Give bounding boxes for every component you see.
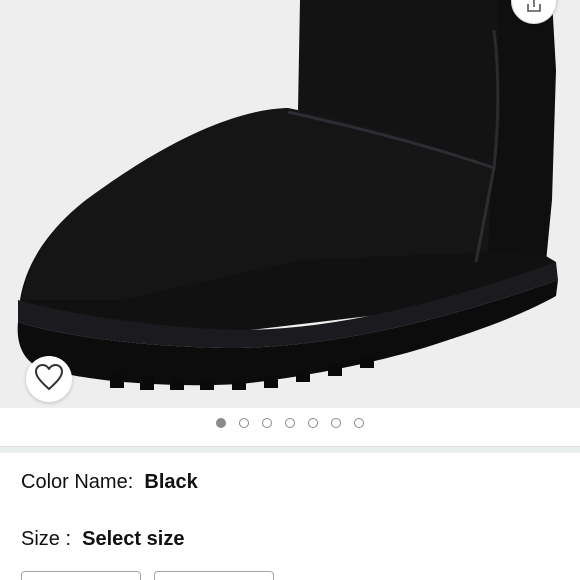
wishlist-button[interactable]	[26, 356, 72, 402]
carousel-dot[interactable]	[354, 418, 364, 428]
size-option-button[interactable]	[21, 571, 141, 580]
carousel-dot[interactable]	[239, 418, 249, 428]
image-carousel-dots	[0, 418, 580, 434]
product-image[interactable]	[0, 0, 580, 408]
color-name-row: Color Name: Black	[21, 471, 198, 494]
carousel-dot[interactable]	[216, 418, 226, 428]
size-value: Select size	[76, 528, 185, 550]
carousel-dot[interactable]	[308, 418, 318, 428]
color-name-label: Color Name:	[21, 471, 134, 493]
heart-outline-icon	[34, 363, 64, 396]
carousel-dot[interactable]	[331, 418, 341, 428]
size-label: Size :	[21, 528, 72, 550]
size-option-button[interactable]	[154, 571, 274, 580]
boot-illustration	[17, 0, 559, 390]
product-detail-page: Color Name: Black Size : Select size	[0, 0, 580, 580]
carousel-dot[interactable]	[262, 418, 272, 428]
carousel-dot[interactable]	[285, 418, 295, 428]
share-icon	[526, 0, 542, 23]
section-divider	[0, 446, 580, 453]
size-row[interactable]: Size : Select size	[21, 528, 184, 551]
color-name-value: Black	[138, 471, 198, 493]
